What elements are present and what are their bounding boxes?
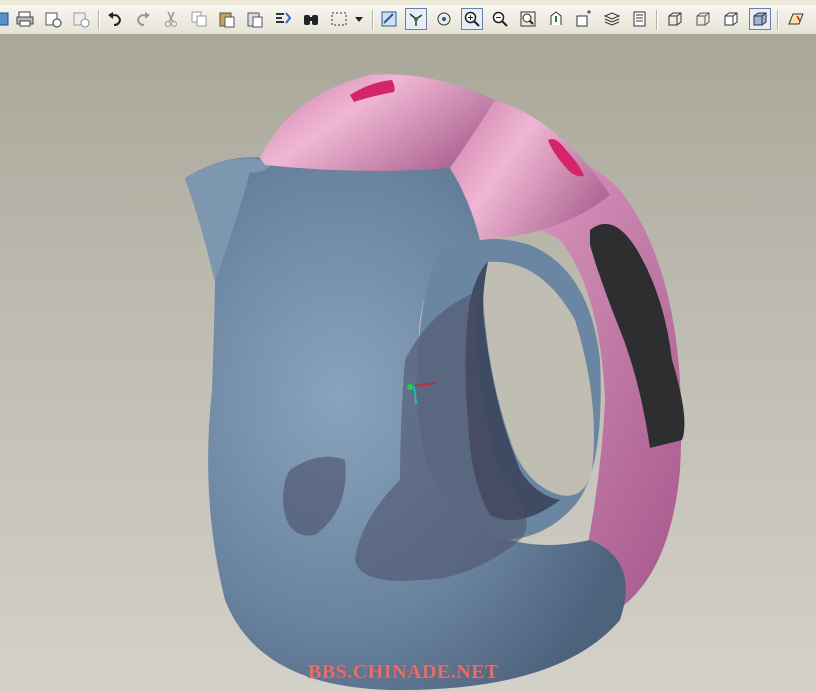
spin-center-icon[interactable] (405, 8, 427, 30)
saved-views-icon[interactable] (573, 8, 595, 30)
main-toolbar (0, 5, 816, 35)
kettle-model[interactable] (0, 35, 816, 692)
orient-mode-icon[interactable] (433, 8, 455, 30)
select-box-icon[interactable] (328, 8, 350, 30)
repaint-icon[interactable] (378, 8, 400, 30)
toolbar-separator (98, 10, 100, 30)
regenerate-icon[interactable] (272, 8, 294, 30)
copy-icon[interactable] (188, 8, 210, 30)
mail-attach-icon[interactable] (70, 8, 92, 30)
datum-plane-icon[interactable] (785, 8, 807, 30)
toolbar-separator (372, 10, 374, 30)
hidden-line-icon[interactable] (692, 8, 714, 30)
cut-icon[interactable] (160, 8, 182, 30)
toolbar-separator (777, 10, 779, 30)
dropdown-arrow-icon[interactable] (352, 8, 366, 30)
watermark: BBS.CHINADE.NET (308, 661, 499, 683)
mail-icon[interactable] (42, 8, 64, 30)
zoom-out-icon[interactable] (489, 8, 511, 30)
model-tree-icon[interactable] (629, 8, 651, 30)
shading-icon[interactable] (749, 8, 771, 30)
toolbar-separator (656, 10, 658, 30)
graphics-viewport[interactable]: BBS.CHINADE.NET (0, 35, 816, 692)
zoom-in-icon[interactable] (461, 8, 483, 30)
no-hidden-icon[interactable] (720, 8, 742, 30)
reorient-icon[interactable] (545, 8, 567, 30)
paste-special-icon[interactable] (244, 8, 266, 30)
paste-icon[interactable] (216, 8, 238, 30)
layer-tree-icon[interactable] (0, 8, 12, 30)
find-icon[interactable] (300, 8, 322, 30)
refit-icon[interactable] (517, 8, 539, 30)
undo-icon[interactable] (104, 8, 126, 30)
print-icon[interactable] (14, 8, 36, 30)
layers-icon[interactable] (601, 8, 623, 30)
redo-icon[interactable] (132, 8, 154, 30)
wireframe-icon[interactable] (664, 8, 686, 30)
